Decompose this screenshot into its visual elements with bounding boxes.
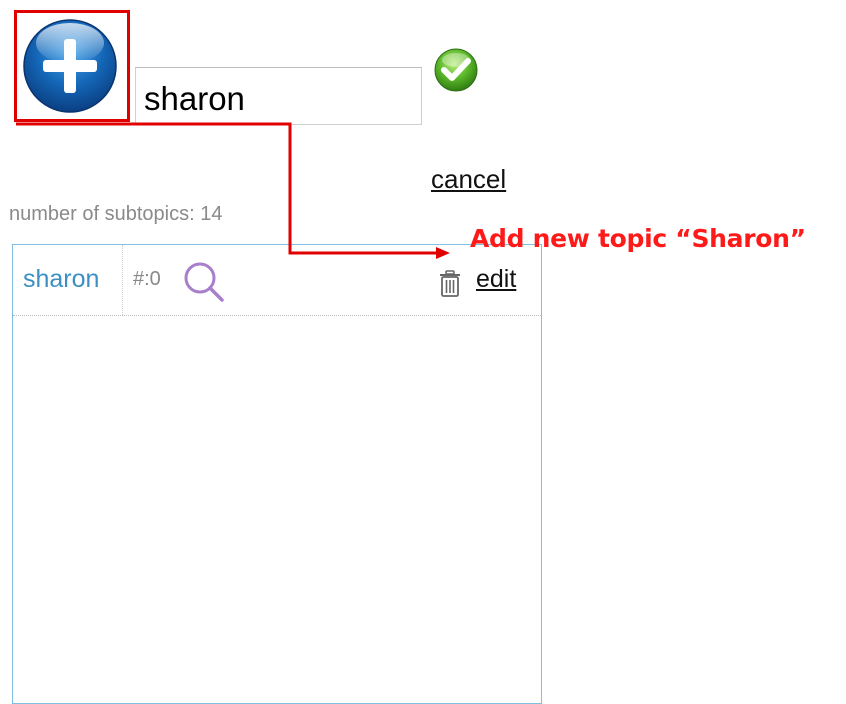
topic-count: #:0 <box>133 268 161 290</box>
row-divider <box>122 245 123 315</box>
topic-name-input[interactable] <box>135 67 422 125</box>
check-circle-icon <box>434 48 478 92</box>
confirm-button[interactable] <box>432 46 480 94</box>
plus-circle-icon <box>23 19 117 113</box>
annotation-label: Add new topic “Sharon” <box>470 224 806 253</box>
subtopic-count-label: number of subtopics: 14 <box>9 203 223 225</box>
edit-link[interactable]: edit <box>476 265 516 294</box>
topic-row: sharon #:0 edit <box>13 245 541 316</box>
add-topic-button[interactable] <box>14 10 130 122</box>
topic-list-panel: sharon #:0 edit <box>12 244 542 704</box>
cancel-link[interactable]: cancel <box>431 164 506 195</box>
trash-icon[interactable] <box>438 270 462 298</box>
topic-name-link[interactable]: sharon <box>23 265 99 294</box>
search-icon[interactable] <box>181 259 227 303</box>
